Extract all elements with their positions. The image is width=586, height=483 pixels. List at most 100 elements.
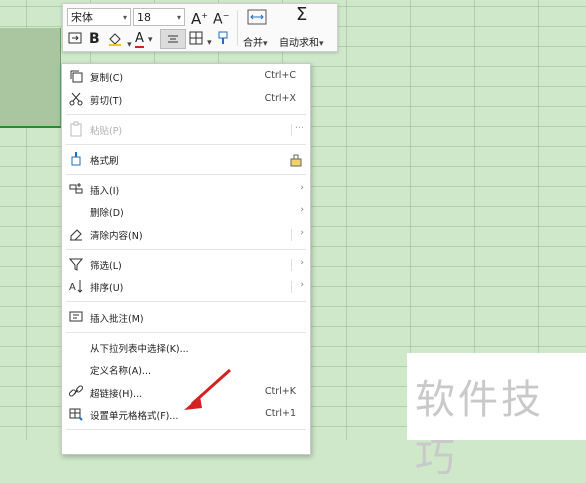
menu-item-cut[interactable]: 剪切(T) Ctrl+X	[62, 89, 310, 111]
link-icon	[68, 385, 84, 397]
sigma-icon: Σ	[296, 4, 308, 25]
shortcut-text: Ctrl+C	[264, 70, 297, 81]
menu-item-label: 剪切(T)	[90, 96, 123, 107]
more-options-icon[interactable]: ···	[295, 123, 304, 134]
scissors-icon	[69, 92, 83, 106]
format-brush-icon	[218, 31, 228, 44]
align-center-icon	[168, 35, 178, 43]
menu-item-label: 超链接(H)...	[90, 389, 143, 400]
menu-item-label: 清除内容(N)	[90, 231, 143, 242]
borders-icon	[189, 31, 203, 45]
menu-item-label: 筛选(L)	[90, 261, 122, 272]
paste-icon	[70, 121, 82, 137]
shortcut-text: Ctrl+X	[264, 93, 296, 104]
format-cells-icon	[69, 408, 83, 421]
filter-icon	[68, 258, 84, 271]
merge-text: 合并	[243, 38, 263, 49]
menu-item-insert-comment[interactable]: 插入批注(M)	[62, 307, 310, 329]
increase-font-button[interactable]: A+	[191, 8, 208, 27]
chevron-down-icon: ▾	[263, 39, 268, 49]
font-size-value: 18	[137, 11, 151, 24]
eraser-icon	[70, 229, 82, 241]
format-brush-icon	[71, 152, 81, 166]
menu-item-label: 删除(D)	[90, 208, 124, 219]
annotation-arrow-icon	[184, 368, 232, 410]
submenu-arrow-icon: ›	[300, 183, 304, 193]
menu-item-label: 复制(C)	[90, 73, 124, 84]
font-color-button[interactable]: A ▾	[135, 31, 153, 48]
menu-item-label: 插入(I)	[90, 186, 120, 197]
fill-bucket-icon	[109, 33, 121, 46]
font-color-icon: A	[135, 31, 144, 48]
format-brush-sticky-icon[interactable]	[288, 152, 304, 168]
font-family-value: 宋体	[71, 11, 93, 24]
chevron-down-icon: ▾	[176, 13, 181, 22]
shortcut-text: Ctrl+K	[264, 386, 296, 397]
submenu-arrow-icon[interactable]: ›	[300, 258, 304, 268]
autosum-button[interactable]: Σ	[296, 4, 308, 25]
decrease-font-icon: A	[213, 11, 223, 28]
bold-button[interactable]: B	[89, 31, 100, 47]
merge-cells-icon	[247, 9, 267, 25]
menu-item-label: 格式刷	[90, 156, 119, 167]
menu-divider	[291, 281, 292, 293]
watermark-text: 软件技巧	[415, 377, 544, 481]
menu-item-label: 插入批注(M)	[90, 314, 144, 325]
decrease-font-button[interactable]: A−	[213, 8, 229, 28]
menu-separator	[66, 174, 306, 175]
selected-cell-range[interactable]	[0, 28, 61, 128]
menu-divider	[291, 124, 292, 136]
submenu-arrow-icon[interactable]: ›	[300, 280, 304, 290]
font-size-select[interactable]: 18 ▾	[133, 8, 185, 26]
menu-separator	[66, 249, 306, 250]
menu-item-label: 从下拉列表中选择(K)...	[90, 344, 189, 355]
shortcut-text: Ctrl+1	[265, 408, 296, 419]
menu-item-clear-contents[interactable]: 清除内容(N) ›	[62, 224, 310, 246]
merge-button[interactable]	[247, 9, 267, 30]
menu-separator	[66, 429, 306, 430]
menu-item-sort[interactable]: A 排序(U) ›	[62, 276, 310, 298]
menu-divider	[291, 259, 292, 271]
menu-item-format-painter[interactable]: 格式刷	[62, 149, 310, 171]
wrap-text-icon	[68, 32, 82, 44]
autosum-label[interactable]: 自动求和▾	[279, 34, 324, 49]
format-painter-button[interactable]	[216, 31, 230, 50]
menu-item-label: 定义名称(A)...	[90, 366, 151, 377]
merge-label[interactable]: 合并▾	[243, 34, 268, 49]
menu-item-label: 设置单元格格式(F)...	[90, 411, 179, 422]
borders-button[interactable]: ▾	[189, 31, 212, 51]
autosum-text: 自动求和	[279, 38, 319, 49]
floating-format-toolbar: 宋体 ▾ 18 ▾ A+ A− B ▾ A ▾ ▾ 合并▾ Σ 自动求和▾	[62, 3, 338, 52]
menu-separator	[66, 301, 306, 302]
chevron-down-icon: ▾	[207, 38, 212, 48]
menu-divider	[291, 229, 292, 241]
menu-separator	[66, 332, 306, 333]
svg-text:A: A	[69, 282, 76, 293]
menu-item-label: 粘贴(P)	[90, 126, 123, 137]
submenu-arrow-icon[interactable]: ›	[300, 228, 304, 238]
font-family-select[interactable]: 宋体 ▾	[67, 8, 131, 26]
wrap-text-button[interactable]	[67, 31, 83, 50]
toolbar-separator	[237, 10, 238, 46]
chevron-down-icon: ▾	[122, 13, 127, 22]
increase-font-icon: A	[191, 10, 202, 28]
copy-icon	[70, 70, 83, 83]
insert-icon	[69, 183, 83, 194]
menu-item-copy[interactable]: 复制(C) Ctrl+C	[62, 66, 310, 88]
chevron-down-icon: ▾	[148, 35, 153, 45]
menu-separator	[66, 144, 306, 145]
bold-icon: B	[89, 31, 100, 47]
menu-item-label: 排序(U)	[90, 283, 124, 294]
chevron-down-icon: ▾	[319, 39, 324, 49]
menu-item-insert[interactable]: 插入(I) ›	[62, 179, 310, 201]
submenu-arrow-icon: ›	[300, 205, 304, 215]
menu-item-pick-from-list[interactable]: 从下拉列表中选择(K)...	[62, 337, 310, 359]
menu-separator	[66, 114, 306, 115]
menu-item-paste[interactable]: 粘贴(P) ···	[62, 119, 310, 141]
fill-color-button[interactable]: ▾	[107, 31, 132, 53]
menu-item-filter[interactable]: 筛选(L) ›	[62, 254, 310, 276]
sort-icon: A	[69, 280, 83, 293]
comment-icon	[69, 311, 83, 322]
menu-item-delete[interactable]: 删除(D) ›	[62, 201, 310, 223]
align-button[interactable]	[160, 29, 186, 49]
